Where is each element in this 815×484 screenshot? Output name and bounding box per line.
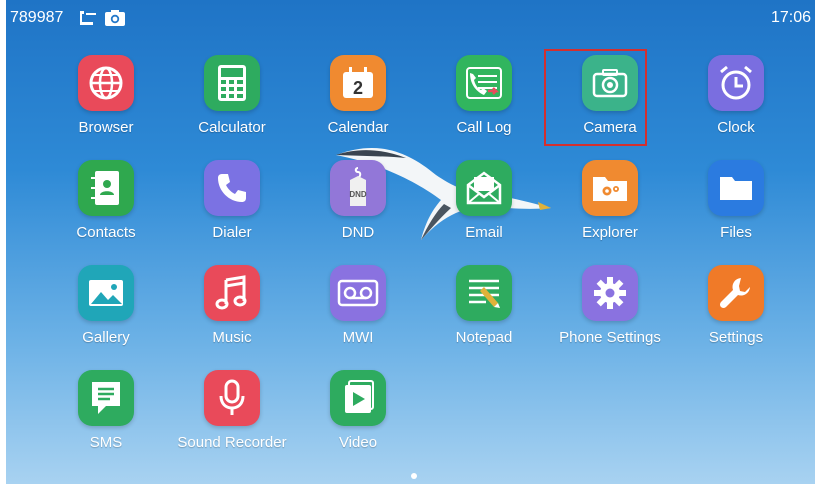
app-label: Files: [720, 224, 752, 241]
calculator-icon: [204, 55, 260, 111]
globe-icon: [78, 55, 134, 111]
clock-time: 17:06: [770, 9, 811, 26]
app-clock[interactable]: Clock: [676, 55, 796, 151]
app-sound-recorder[interactable]: Sound Recorder: [172, 370, 292, 466]
envelope-icon: [456, 160, 512, 216]
app-email[interactable]: Email: [424, 160, 544, 256]
app-settings[interactable]: Settings: [676, 265, 796, 361]
app-contacts[interactable]: Contacts: [46, 160, 166, 256]
app-label: Video: [338, 434, 378, 451]
app-mwi[interactable]: MWI: [298, 265, 418, 361]
app-browser[interactable]: Browser: [46, 55, 166, 151]
calendar-icon: 2: [330, 55, 386, 111]
app-notepad[interactable]: Notepad: [424, 265, 544, 361]
page-indicator-dot[interactable]: [411, 473, 417, 479]
app-call-log[interactable]: Call Log: [424, 55, 544, 151]
phone-handset-icon: [78, 9, 98, 32]
camera-selection-highlight: [544, 49, 647, 146]
app-explorer[interactable]: Explorer: [550, 160, 670, 256]
wrench-icon: [708, 265, 764, 321]
call-log-icon: [456, 55, 512, 111]
app-sms[interactable]: SMS: [46, 370, 166, 466]
app-label: Settings: [708, 329, 764, 346]
app-dialer[interactable]: Dialer: [172, 160, 292, 256]
calendar-day: 2: [353, 78, 363, 98]
folder-icon: [708, 160, 764, 216]
play-icon: [330, 370, 386, 426]
picture-icon: [78, 265, 134, 321]
notepad-icon: [456, 265, 512, 321]
account-number: 789987: [10, 9, 64, 26]
app-gallery[interactable]: Gallery: [46, 265, 166, 361]
app-music[interactable]: Music: [172, 265, 292, 361]
app-calculator[interactable]: Calculator: [172, 55, 292, 151]
voicemail-icon: [330, 265, 386, 321]
microphone-icon: [204, 370, 260, 426]
message-icon: [78, 370, 134, 426]
dnd-tag-text: DND: [349, 190, 367, 199]
contacts-book-icon: [78, 160, 134, 216]
phone-icon: [204, 160, 260, 216]
app-files[interactable]: Files: [676, 160, 796, 256]
home-screen: 789987 17:06 Browser Calculator 2 Calend…: [6, 0, 815, 484]
camera-status-icon: [104, 9, 126, 32]
app-phone-settings[interactable]: Phone Settings: [550, 265, 670, 361]
status-bar: 789987 17:06: [6, 0, 815, 36]
dnd-tag-icon: DND: [330, 160, 386, 216]
app-video[interactable]: Video: [298, 370, 418, 466]
folder-gears-icon: [582, 160, 638, 216]
music-note-icon: [204, 265, 260, 321]
gear-icon: [582, 265, 638, 321]
app-calendar[interactable]: 2 Calendar: [298, 55, 418, 151]
app-dnd[interactable]: DND DND: [298, 160, 418, 256]
alarm-clock-icon: [708, 55, 764, 111]
app-label: Clock: [717, 119, 755, 136]
